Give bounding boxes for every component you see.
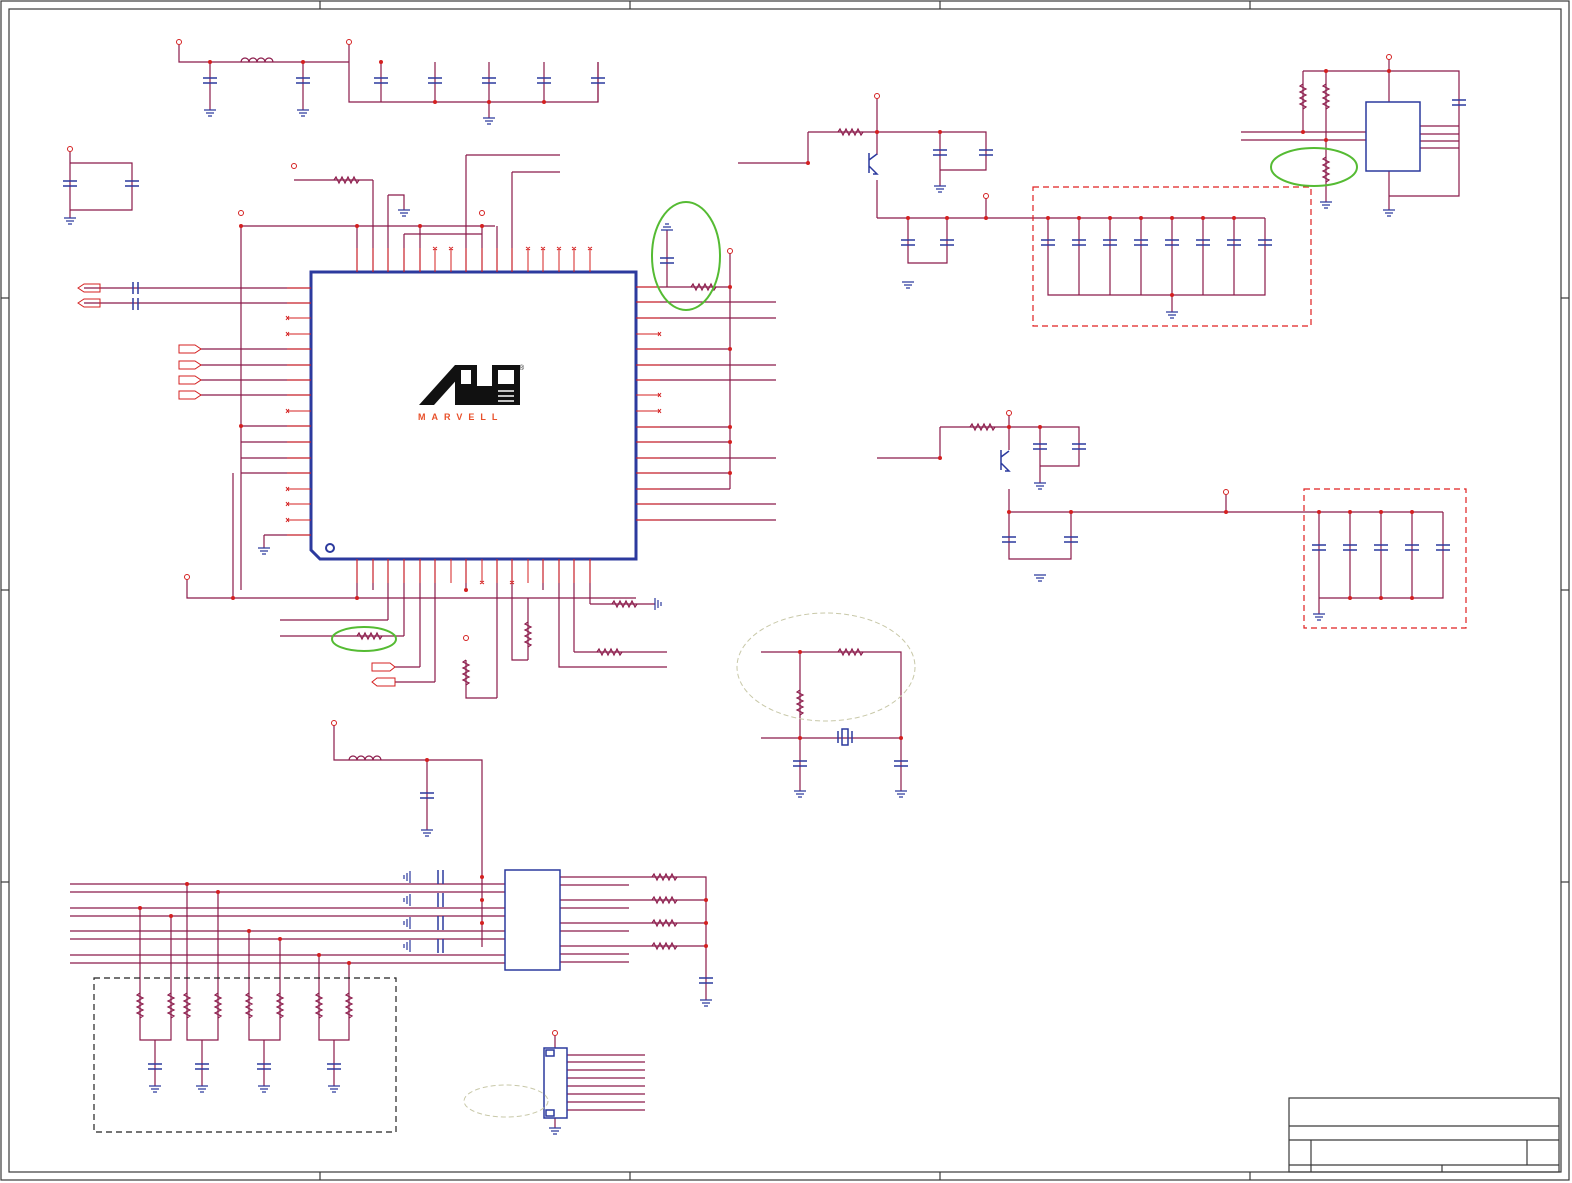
power-nodes [67,39,1392,1036]
wire-net [69,45,1460,1128]
title-block [1288,1097,1560,1173]
port-arrows [77,283,396,687]
sheet-frame [0,0,1570,1181]
secondary-ics [504,101,1421,1119]
marvell-logo: ® MARVELL [418,364,525,422]
resistors [135,83,1331,1019]
dashed-group-boxes [93,186,1467,1133]
schematic-sheet: ® MARVELL [0,0,1570,1181]
marvell-registered-mark: ® [519,364,525,372]
marvell-logo-text: MARVELL [418,412,503,422]
capacitors [63,77,1466,1070]
transistors [868,153,1011,472]
note-ellipses [463,612,916,1118]
